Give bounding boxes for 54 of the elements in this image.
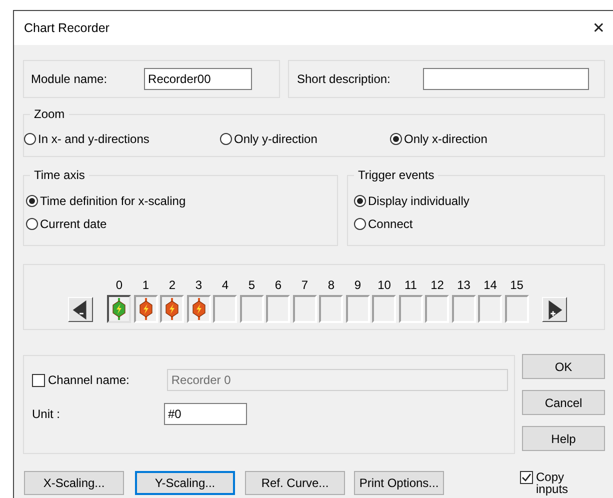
- channel-number: 11: [404, 278, 417, 292]
- channel-slot[interactable]: [186, 295, 211, 323]
- input-field[interactable]: Recorder00: [144, 68, 252, 90]
- dialog-button[interactable]: Ref. Curve...: [245, 471, 345, 495]
- group-title: Trigger events: [354, 168, 438, 182]
- dialog-button[interactable]: Print Options...: [354, 471, 444, 495]
- dialog-button[interactable]: X-Scaling...: [24, 471, 124, 495]
- channel-number: 13: [457, 278, 470, 292]
- channel-slot[interactable]: [107, 295, 132, 323]
- channel-number: 8: [328, 278, 335, 292]
- checkbox[interactable]: Channel name:: [32, 373, 130, 387]
- channel-slot[interactable]: [160, 295, 184, 323]
- dialog-button[interactable]: Help: [522, 426, 605, 451]
- dialog-button[interactable]: Y-Scaling...: [135, 471, 235, 495]
- channel-slot[interactable]: [134, 295, 158, 323]
- radio-option[interactable]: Display individually: [354, 189, 604, 212]
- radio-option[interactable]: Time definition for x-scaling: [26, 189, 337, 212]
- channel-number: 3: [195, 278, 202, 292]
- channel-number: 9: [354, 278, 362, 292]
- dialog-button[interactable]: OK: [522, 354, 605, 379]
- dialog-button[interactable]: Cancel: [522, 390, 605, 415]
- channel-number: 15: [510, 278, 524, 292]
- next-button[interactable]: [542, 297, 567, 322]
- channel-number: 4: [222, 278, 229, 292]
- radio-option[interactable]: Connect: [354, 212, 604, 235]
- lightning-capsule-icon: [138, 298, 154, 320]
- channel-number: 5: [248, 278, 256, 292]
- radio-option[interactable]: Only x-direction: [390, 132, 488, 146]
- previous-button[interactable]: [68, 297, 93, 322]
- group-title: Time axis: [30, 168, 89, 182]
- lightning-capsule-icon: [164, 298, 180, 320]
- checkbox[interactable]: Copy inputs: [520, 471, 580, 495]
- radio-option[interactable]: In x- and y-directions: [24, 132, 150, 146]
- input-field[interactable]: #0: [164, 403, 247, 425]
- channel-number: 1: [142, 278, 150, 292]
- channel-number: 12: [430, 278, 444, 292]
- radio-option[interactable]: Current date: [26, 212, 337, 235]
- check-icon: [521, 472, 532, 483]
- channel-number: 7: [301, 278, 308, 292]
- channel-number: 6: [274, 278, 282, 292]
- channel-number: 14: [484, 278, 497, 292]
- input-field[interactable]: [423, 68, 590, 90]
- lightning-capsule-icon: [111, 298, 128, 320]
- close-button[interactable]: ✕: [592, 19, 605, 37]
- channel-number: 2: [168, 278, 176, 292]
- field-label: Short description:: [297, 72, 390, 86]
- group-title: Zoom: [30, 107, 69, 121]
- window-title: Chart Recorder: [24, 21, 110, 35]
- radio-option[interactable]: Only y-direction: [220, 132, 318, 146]
- lightning-capsule-icon: [190, 298, 207, 320]
- field-label: Unit :: [32, 407, 62, 421]
- channel-number: 10: [378, 278, 391, 292]
- channel-number: 0: [116, 278, 123, 292]
- field-label: Module name:: [31, 72, 108, 86]
